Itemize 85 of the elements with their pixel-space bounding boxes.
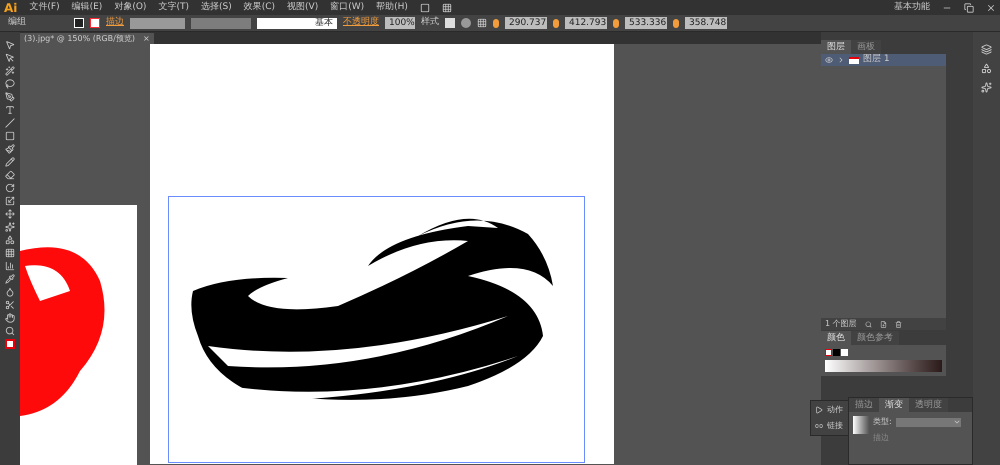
layers-icon[interactable] — [981, 44, 992, 55]
stroke-swatch[interactable] — [90, 18, 100, 28]
brush-icon[interactable] — [5, 144, 15, 154]
style-label: 样式 — [421, 16, 439, 30]
menu-item[interactable]: 编辑(E) — [72, 0, 102, 14]
eraser-icon[interactable] — [5, 170, 15, 180]
delete-icon[interactable] — [894, 320, 902, 328]
panel-tab[interactable]: 描边 — [849, 398, 879, 412]
panel-tab[interactable]: 颜色 — [821, 331, 851, 345]
brushes-icon[interactable] — [981, 82, 992, 93]
panel-tab[interactable]: 透明度 — [909, 398, 948, 412]
arrange-icon[interactable] — [442, 2, 452, 12]
gradient-preview[interactable] — [853, 416, 869, 434]
rotate-icon[interactable] — [5, 183, 15, 193]
document-tab[interactable]: (3).jpg* @ 150% (RGB/预览) × — [20, 33, 154, 44]
scale-icon[interactable] — [5, 196, 15, 206]
selection-label: 编组 — [8, 16, 27, 30]
eye-icon[interactable] — [825, 56, 833, 64]
layer-thumbnail — [849, 56, 859, 64]
stroke-weight-field[interactable] — [130, 18, 185, 28]
move-icon[interactable] — [5, 209, 15, 219]
arrow-pointer-icon[interactable] — [5, 40, 15, 50]
panel-tab[interactable]: 渐变 — [879, 398, 909, 412]
eyedropper-icon[interactable] — [5, 274, 15, 284]
menu-item[interactable]: 文件(F) — [29, 0, 60, 14]
opacity-field[interactable]: 100% — [385, 17, 415, 29]
close-icon[interactable] — [986, 2, 996, 12]
fill-stroke-swatch[interactable] — [5, 339, 15, 349]
height-field[interactable]: 358.748 — [685, 17, 727, 29]
layer-count: 1 个图层 — [825, 318, 857, 330]
droplet-icon[interactable] — [5, 287, 15, 297]
default-stroke-swatch[interactable] — [841, 349, 848, 356]
stroke-label[interactable]: 描边 — [106, 16, 124, 30]
layer-row[interactable]: 图层 1 — [821, 54, 946, 66]
menu-item[interactable]: 文字(T) — [158, 0, 189, 14]
none-swatch[interactable] — [825, 349, 832, 356]
sparkle-icon[interactable] — [5, 222, 15, 232]
fill-swatch[interactable] — [74, 18, 84, 28]
pen-icon[interactable] — [5, 92, 15, 102]
restore-icon[interactable] — [964, 2, 974, 12]
search-icon[interactable] — [864, 320, 872, 328]
type-icon[interactable] — [5, 105, 15, 115]
recolor-icon[interactable] — [461, 18, 471, 28]
app-logo: Ai — [4, 0, 18, 16]
menu-item[interactable]: 帮助(H) — [376, 0, 408, 14]
menu-item[interactable]: 选择(S) — [200, 0, 232, 14]
style-swatch[interactable] — [445, 18, 455, 28]
menu-item[interactable]: 效果(C) — [244, 0, 276, 14]
rectangle-icon[interactable] — [5, 131, 15, 141]
scissors-icon[interactable] — [5, 300, 15, 310]
opacity-label[interactable]: 不透明度 — [343, 16, 379, 30]
variable-width-field[interactable] — [191, 18, 251, 28]
expand-icon[interactable] — [837, 56, 845, 64]
panel-tab[interactable]: 画板 — [851, 40, 881, 54]
panel-shortcut[interactable]: 链接 — [827, 420, 843, 432]
default-fill-swatch[interactable] — [833, 349, 840, 356]
pointer-icon[interactable] — [5, 53, 15, 63]
brush-profile-field[interactable]: 基本 — [257, 18, 337, 28]
panel-shortcut[interactable]: 动作 — [827, 404, 843, 416]
bridge-icon[interactable] — [420, 2, 430, 12]
hand-icon[interactable] — [5, 313, 15, 323]
panel-tab[interactable]: 图层 — [821, 40, 851, 54]
grid-icon[interactable] — [5, 248, 15, 258]
play-icon[interactable] — [815, 406, 823, 414]
panel-tab[interactable]: 颜色参考 — [851, 331, 899, 345]
menu-item[interactable]: 对象(O) — [114, 0, 146, 14]
y-field[interactable]: 412.793 — [565, 17, 607, 29]
zoom-icon[interactable] — [5, 326, 15, 336]
line-icon[interactable] — [5, 118, 15, 128]
shapes-icon[interactable] — [5, 235, 15, 245]
lasso-icon[interactable] — [5, 79, 15, 89]
type-label: 类型: — [873, 416, 892, 428]
menu-item[interactable]: 视图(V) — [287, 0, 318, 14]
x-field[interactable]: 290.737 — [505, 17, 547, 29]
link-icon[interactable] — [815, 422, 823, 430]
width-field[interactable]: 533.336 — [625, 17, 667, 29]
bar-chart-icon[interactable] — [5, 261, 15, 271]
pencil-icon[interactable] — [5, 157, 15, 167]
symbols-icon[interactable] — [981, 63, 992, 74]
new-layer-icon[interactable] — [880, 320, 887, 328]
magic-wand-icon[interactable] — [5, 66, 15, 76]
align-icon[interactable] — [477, 18, 487, 28]
workspace-switcher[interactable]: 基本功能 — [894, 0, 930, 14]
color-spectrum[interactable] — [825, 360, 942, 372]
menu-item[interactable]: 窗口(W) — [330, 0, 364, 14]
